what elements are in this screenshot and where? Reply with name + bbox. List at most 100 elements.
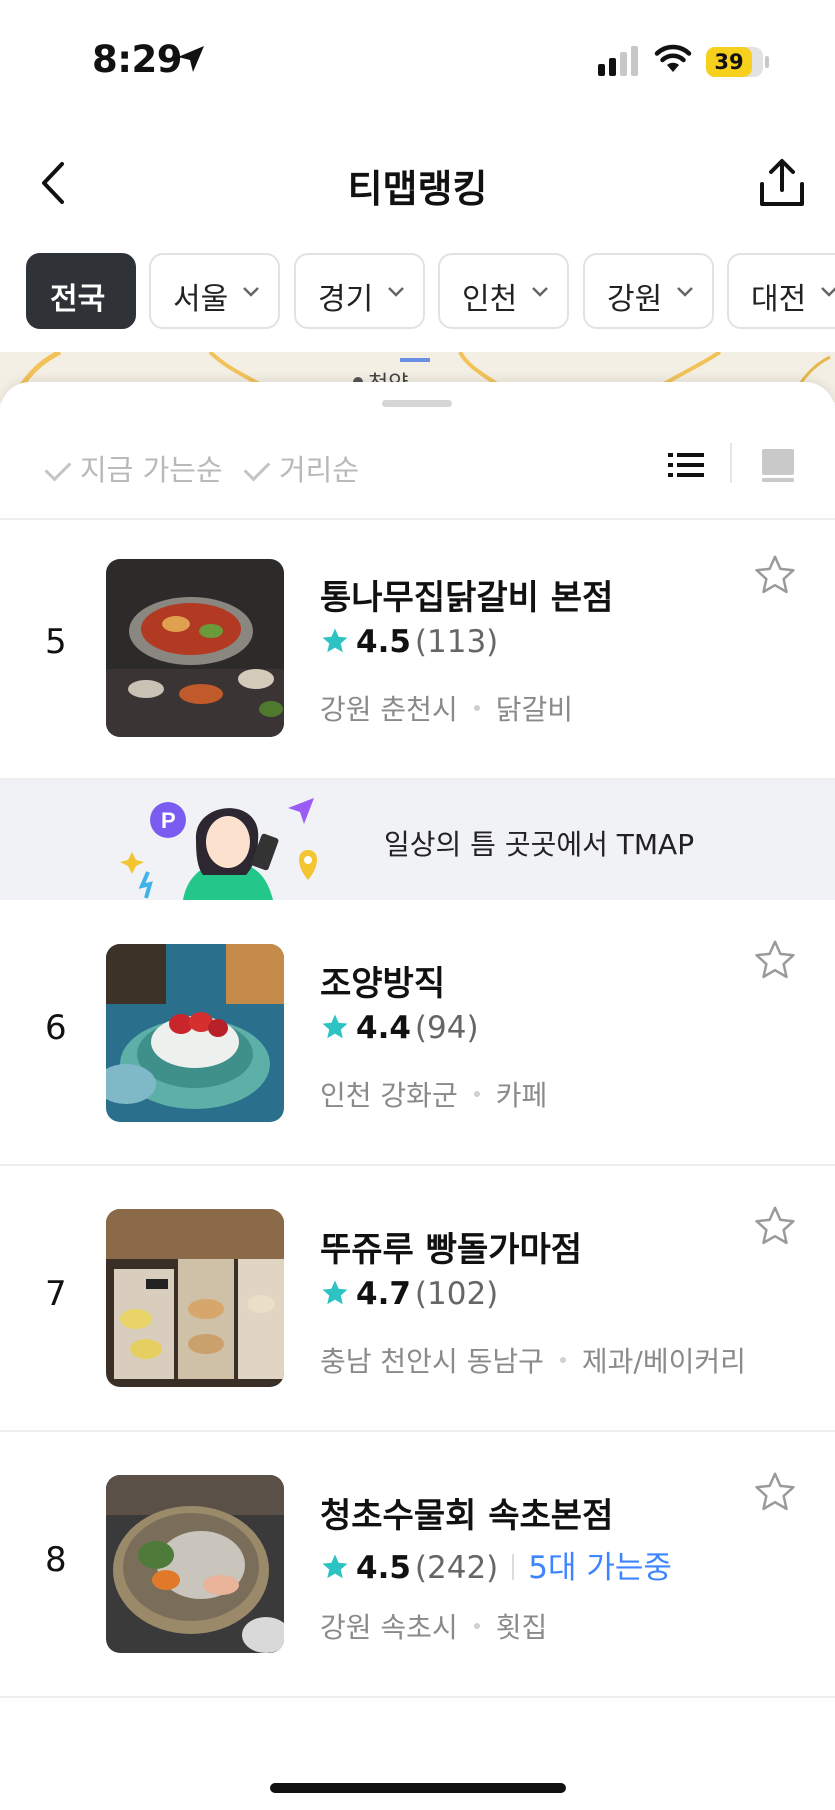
place-meta: 강원 속초시 횟집 <box>320 1606 547 1646</box>
meta-dot <box>473 705 480 711</box>
svg-text:P: P <box>161 808 176 833</box>
banner-illustration: P <box>120 798 317 900</box>
chip-label: 강원 <box>607 282 663 317</box>
signal-icon <box>598 46 638 76</box>
rating-value: 4.7 <box>356 1276 411 1312</box>
chevron-down-icon <box>243 287 259 297</box>
sort-bar: 지금 가는순 거리순 <box>0 437 835 509</box>
sheet-grabber[interactable] <box>382 400 452 407</box>
check-icon <box>44 454 72 482</box>
place-photo <box>106 1475 284 1653</box>
chevron-down-icon <box>677 287 693 297</box>
favorite-star-icon[interactable] <box>752 552 798 598</box>
favorite-star-icon[interactable] <box>752 1203 798 1249</box>
rating-row: 4.7 (102) <box>320 1276 498 1316</box>
sort-label: 거리순 <box>279 453 360 487</box>
star-filled-icon <box>322 1554 348 1578</box>
place-name: 통나무집닭갈비 본점 <box>320 578 614 618</box>
chip-label: 경기 <box>318 282 374 317</box>
region-chip-all[interactable]: 전국 <box>26 253 136 329</box>
region-chip-incheon[interactable]: 인천 <box>438 253 569 329</box>
promo-banner[interactable]: P 일상의 틈 곳곳에서 TMAP <box>0 780 835 900</box>
location-arrow-icon <box>178 46 204 72</box>
favorite-star-icon[interactable] <box>752 937 798 983</box>
place-region: 강원 속초시 <box>320 1611 458 1644</box>
ranking-item[interactable]: 7 뚜쥬루 빵돌가마점 4.7 (102) 충남 천안시 동남구 제과/베이커리 <box>0 1166 835 1432</box>
review-count: (113) <box>414 624 499 660</box>
rank-number: 5 <box>45 622 67 662</box>
rank-number: 8 <box>45 1540 67 1580</box>
sort-option-now[interactable]: 지금 가는순 <box>44 447 223 489</box>
ranking-item[interactable]: 5 통나무집닭갈비 본점 4.5 (113) 강원 춘천시 닭갈비 <box>0 522 835 780</box>
favorite-star-icon[interactable] <box>752 1469 798 1515</box>
rating-value: 4.4 <box>356 1010 411 1046</box>
page-title: 티맵랭킹 <box>347 167 488 211</box>
rating-value: 4.5 <box>356 624 411 660</box>
status-time: 8:29 <box>92 38 183 81</box>
place-region: 충남 천안시 동남구 <box>320 1345 544 1378</box>
app-header: 티맵랭킹 <box>0 140 835 230</box>
chevron-down-icon <box>388 287 404 297</box>
rating-separator <box>512 1553 515 1580</box>
star-filled-icon <box>322 628 348 652</box>
list-view-icon[interactable] <box>666 445 706 485</box>
rating-row: 4.4 (94) <box>320 1010 479 1050</box>
chip-label: 대전 <box>751 282 807 317</box>
place-photo <box>106 944 284 1122</box>
sort-option-distance[interactable]: 거리순 <box>243 447 360 489</box>
review-count: (94) <box>414 1010 479 1046</box>
check-icon <box>243 454 271 482</box>
place-name: 청초수물회 속초본점 <box>320 1496 614 1536</box>
place-photo <box>106 1209 284 1387</box>
share-button[interactable] <box>756 158 808 210</box>
review-count: (242) <box>414 1550 499 1586</box>
region-chip-gangwon[interactable]: 강원 <box>583 253 714 329</box>
meta-dot <box>473 1091 480 1097</box>
battery-nub <box>765 56 769 68</box>
star-filled-icon <box>322 1014 348 1038</box>
place-category: 카페 <box>495 1079 548 1112</box>
battery-level: 39 <box>714 50 744 74</box>
chip-label: 인천 <box>462 282 518 317</box>
rating-row: 4.5 (113) <box>320 624 498 664</box>
chevron-down-icon <box>532 287 548 297</box>
chevron-down-icon <box>821 287 835 297</box>
divider <box>0 1696 835 1698</box>
place-meta: 강원 춘천시 닭갈비 <box>320 688 573 728</box>
wifi-icon <box>654 44 692 72</box>
region-filter-bar: 전국 서울 경기 인천 강원 대전 <box>26 253 835 329</box>
place-name: 뚜쥬루 빵돌가마점 <box>320 1230 583 1270</box>
place-region: 강원 춘천시 <box>320 693 458 726</box>
rank-number: 7 <box>45 1274 67 1314</box>
home-indicator[interactable] <box>270 1783 566 1793</box>
rank-number: 6 <box>45 1008 67 1048</box>
battery-icon: 39 <box>706 47 763 77</box>
banner-text: 일상의 틈 곳곳에서 TMAP <box>384 828 695 861</box>
availability-status: 5대 가는중 <box>528 1550 672 1586</box>
place-category: 닭갈비 <box>495 693 573 726</box>
rating-row: 4.5 (242) 5대 가는중 <box>320 1542 672 1586</box>
place-photo <box>106 559 284 737</box>
ranking-item[interactable]: 8 청초수물회 속초본점 4.5 (242) 5대 가는중 강원 속초시 횟집 <box>0 1432 835 1698</box>
chip-label: 전국 <box>50 282 106 317</box>
place-category: 횟집 <box>495 1611 548 1644</box>
region-chip-seoul[interactable]: 서울 <box>149 253 280 329</box>
region-chip-gyeonggi[interactable]: 경기 <box>294 253 425 329</box>
place-meta: 인천 강화군 카페 <box>320 1074 547 1114</box>
meta-dot <box>473 1623 480 1629</box>
place-category: 제과/베이커리 <box>581 1345 746 1378</box>
region-chip-daejeon[interactable]: 대전 <box>727 253 835 329</box>
star-filled-icon <box>322 1280 348 1304</box>
divider <box>0 518 835 520</box>
place-meta: 충남 천안시 동남구 제과/베이커리 <box>320 1340 746 1380</box>
status-bar: 8:29 39 <box>0 0 835 120</box>
sort-label: 지금 가는순 <box>80 453 223 487</box>
ranking-item[interactable]: 6 조양방직 4.4 (94) 인천 강화군 카페 <box>0 900 835 1166</box>
review-count: (102) <box>414 1276 499 1312</box>
meta-dot <box>559 1357 566 1363</box>
chip-label: 서울 <box>173 282 229 317</box>
card-view-icon[interactable] <box>758 445 798 485</box>
rating-value: 4.5 <box>356 1550 411 1586</box>
place-region: 인천 강화군 <box>320 1079 458 1112</box>
view-divider <box>730 443 732 483</box>
